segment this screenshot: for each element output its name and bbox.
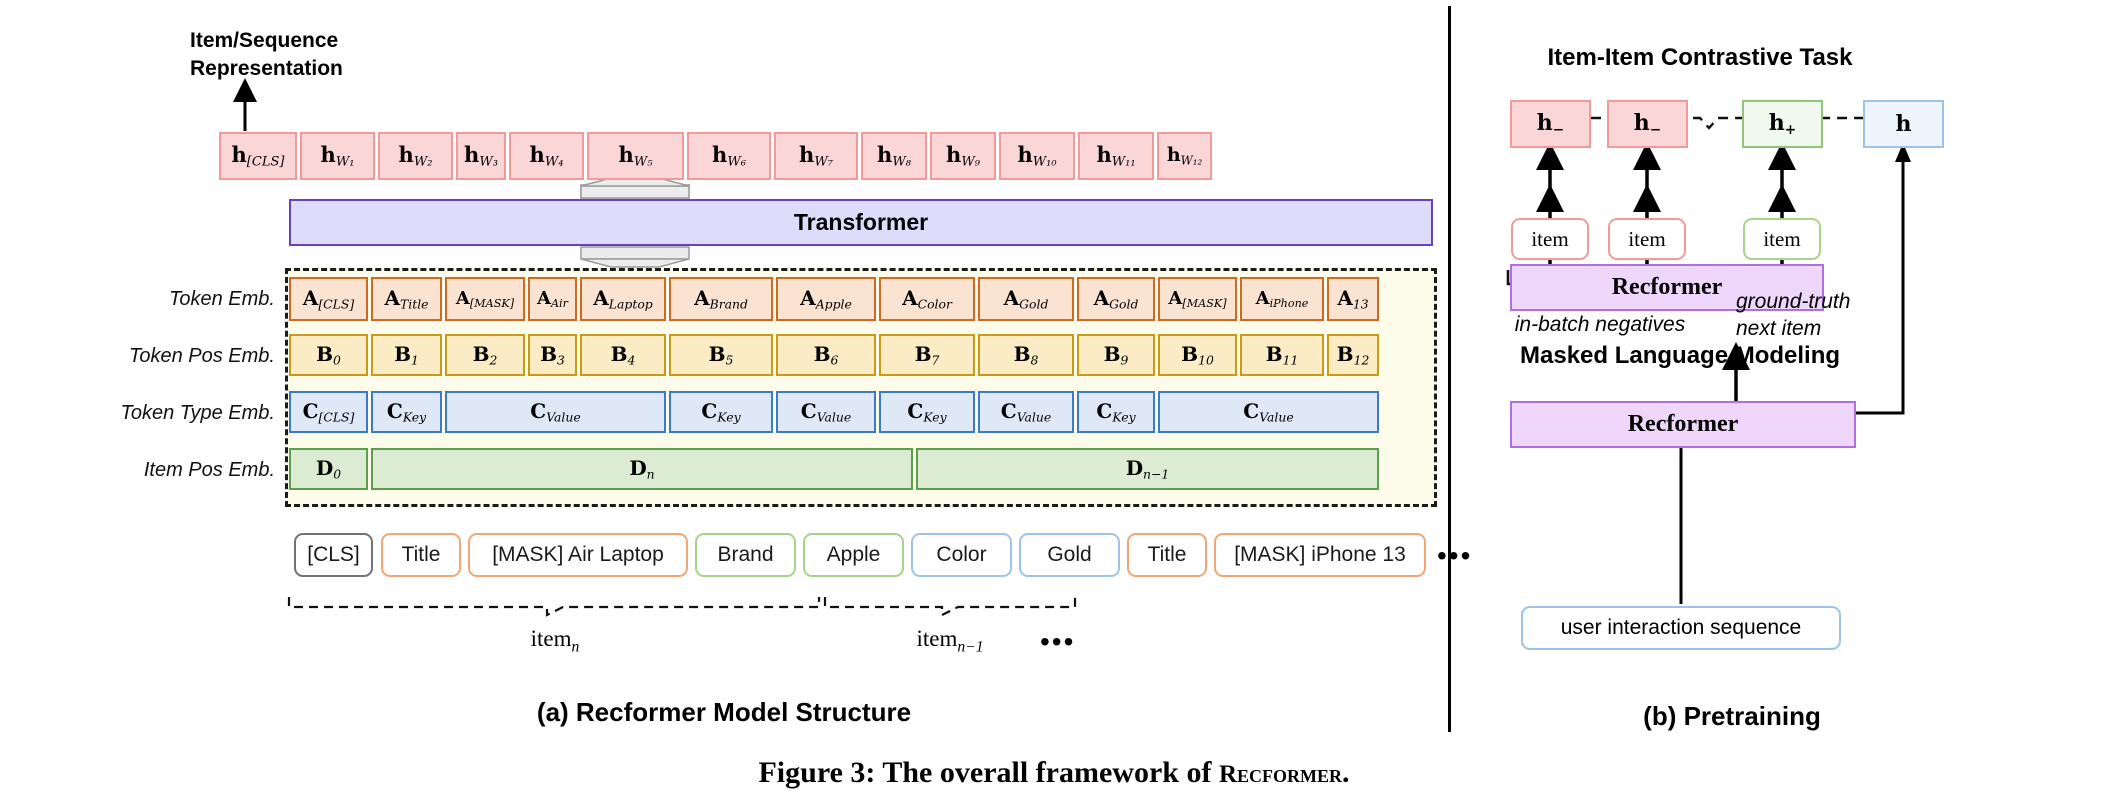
- user-interaction-sequence-box[interactable]: user interaction sequence: [1521, 606, 1841, 650]
- caption-prefix: Figure 3: The overall framework of: [758, 756, 1219, 789]
- caption-suffix: .: [1342, 756, 1350, 789]
- caption-name: Recformer: [1218, 761, 1343, 788]
- ground-truth-next-item-label: ground-truth next item: [1736, 288, 1916, 342]
- positive-item-box[interactable]: item: [1743, 218, 1821, 260]
- negative-item-box[interactable]: item: [1511, 218, 1589, 260]
- negative-item-box[interactable]: item: [1608, 218, 1686, 260]
- ground-truth-line1: ground-truth: [1736, 290, 1851, 313]
- negative-hidden-box[interactable]: h−: [1510, 100, 1591, 148]
- negative-hidden-box[interactable]: h−: [1607, 100, 1688, 148]
- figure-canvas: Item/Sequence Representation h[CLS] hW₁ …: [0, 0, 2108, 809]
- contrastive-task-label: Item-Item Contrastive Task: [1547, 44, 1853, 71]
- recformer-mlm-block[interactable]: Recformer: [1510, 401, 1856, 448]
- positive-hidden-box[interactable]: h+: [1742, 100, 1823, 148]
- mlm-label: Masked Language Modeling: [1520, 342, 1841, 369]
- ground-truth-line2: next item: [1736, 317, 1822, 340]
- figure-caption: Figure 3: The overall framework of Recfo…: [0, 756, 2108, 790]
- anchor-hidden-box[interactable]: h: [1863, 100, 1944, 148]
- in-batch-negatives-label: in-batch negatives: [1514, 313, 1686, 336]
- panel-b-title: (b) Pretraining: [1643, 701, 1821, 731]
